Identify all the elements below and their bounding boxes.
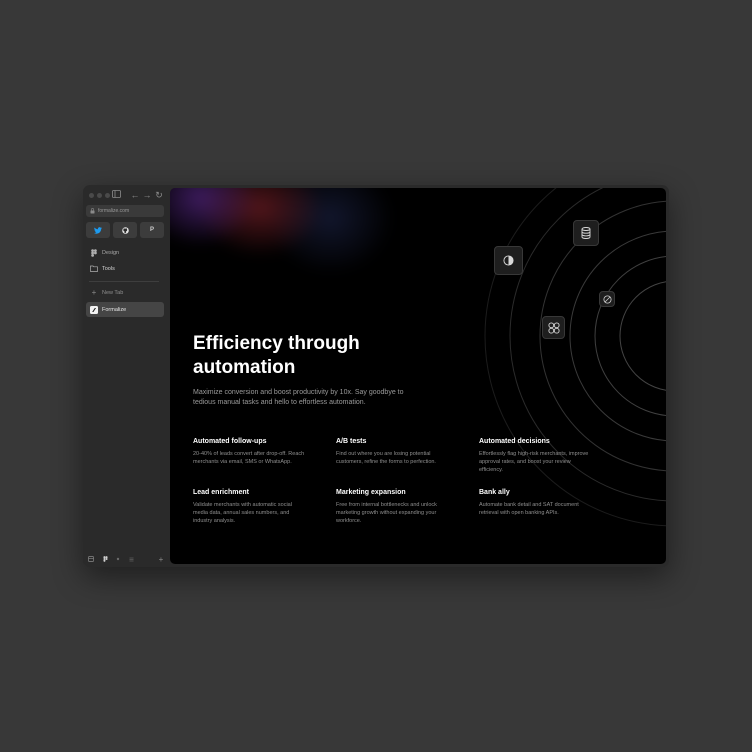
feature-marketing-expansion: Marketing expansion Free from internal b… bbox=[336, 488, 451, 525]
figma-icon bbox=[90, 248, 98, 257]
reload-icon[interactable]: ↻ bbox=[154, 190, 164, 200]
twitter-icon bbox=[94, 226, 102, 234]
feature-description: Effortlessly flag high-risk merchants, i… bbox=[479, 451, 589, 473]
database-node-icon bbox=[573, 220, 599, 246]
favorite-twitter[interactable] bbox=[86, 222, 110, 238]
browser-sidebar: ← → ↻ formalize.com P Design Tools + New… bbox=[83, 185, 170, 567]
plus-icon: + bbox=[91, 288, 97, 297]
favorite-github[interactable] bbox=[113, 222, 137, 238]
formalize-logo-icon bbox=[90, 305, 98, 314]
close-window-dot[interactable] bbox=[89, 193, 94, 198]
github-icon bbox=[121, 226, 129, 234]
feature-description: Free from internal bottlenecks and unloc… bbox=[336, 502, 437, 524]
feature-title: Marketing expansion bbox=[336, 489, 406, 496]
space-figma-icon[interactable] bbox=[101, 555, 109, 563]
blocked-node-icon bbox=[599, 291, 615, 307]
feature-lead-enrichment: Lead enrichment Validate merchants with … bbox=[193, 488, 308, 525]
folder-icon bbox=[90, 265, 98, 273]
sidebar-item-label: Tools bbox=[102, 265, 115, 272]
new-tab-button[interactable]: + New Tab bbox=[86, 286, 164, 299]
feature-description: 20-40% of leads convert after drop-off. … bbox=[193, 451, 305, 465]
feature-ab-tests: A/B tests Find out where you are losing … bbox=[336, 437, 451, 466]
favorites-row: P bbox=[86, 222, 164, 238]
new-tab-label: New Tab bbox=[102, 289, 124, 296]
space-list-icon[interactable] bbox=[127, 555, 135, 563]
feature-title: Automated follow-ups bbox=[193, 438, 267, 445]
url-text: formalize.com bbox=[98, 208, 130, 214]
p-icon: P bbox=[149, 227, 154, 233]
grid-circles-node-icon bbox=[542, 316, 565, 339]
url-bar[interactable]: formalize.com bbox=[86, 205, 164, 217]
sidebar-toggle-icon[interactable] bbox=[111, 190, 121, 200]
hero-subtitle: Maximize conversion and boost productivi… bbox=[193, 389, 404, 406]
sidebar-item-tools[interactable]: Tools bbox=[86, 262, 164, 275]
contrast-node-icon bbox=[494, 246, 523, 275]
feature-automated-follow-ups: Automated follow-ups 20-40% of leads con… bbox=[193, 437, 308, 466]
tab-formalize[interactable]: Formalize bbox=[86, 302, 164, 317]
feature-description: Find out where you are losing potential … bbox=[336, 451, 436, 465]
favorite-p[interactable]: P bbox=[140, 222, 164, 238]
forward-arrow-icon[interactable]: → bbox=[142, 190, 152, 200]
browser-window: ← → ↻ formalize.com P Design Tools + New… bbox=[83, 185, 669, 567]
back-arrow-icon[interactable]: ← bbox=[130, 190, 140, 200]
sidebar-bottom-bar: + bbox=[87, 555, 165, 564]
window-controls[interactable] bbox=[89, 193, 110, 198]
space-dot-icon[interactable] bbox=[114, 555, 122, 563]
lock-icon bbox=[90, 208, 95, 214]
tab-label: Formalize bbox=[102, 306, 127, 313]
feature-title: A/B tests bbox=[336, 438, 367, 445]
feature-description: Automate bank detail and SAT document re… bbox=[479, 502, 579, 516]
feature-title: Lead enrichment bbox=[193, 489, 250, 496]
feature-automated-decisions: Automated decisions Effortlessly flag hi… bbox=[479, 437, 594, 474]
maximize-window-dot[interactable] bbox=[105, 193, 110, 198]
page-title: Efficiency through automation bbox=[193, 332, 423, 380]
archive-icon[interactable] bbox=[87, 555, 95, 563]
minimize-window-dot[interactable] bbox=[97, 193, 102, 198]
sidebar-divider bbox=[89, 281, 159, 282]
title-line-2: automation bbox=[193, 357, 296, 378]
feature-title: Bank ally bbox=[479, 489, 510, 496]
sidebar-item-label: Design bbox=[102, 249, 120, 256]
add-space-icon[interactable]: + bbox=[157, 555, 165, 564]
title-line-1: Efficiency through bbox=[193, 333, 360, 354]
feature-description: Validate merchants with automatic social… bbox=[193, 502, 292, 524]
sidebar-item-design[interactable]: Design bbox=[86, 246, 164, 259]
web-content: Efficiency through automation Maximize c… bbox=[170, 188, 666, 564]
feature-title: Automated decisions bbox=[479, 438, 550, 445]
feature-bank-ally: Bank ally Automate bank detail and SAT d… bbox=[479, 488, 594, 517]
